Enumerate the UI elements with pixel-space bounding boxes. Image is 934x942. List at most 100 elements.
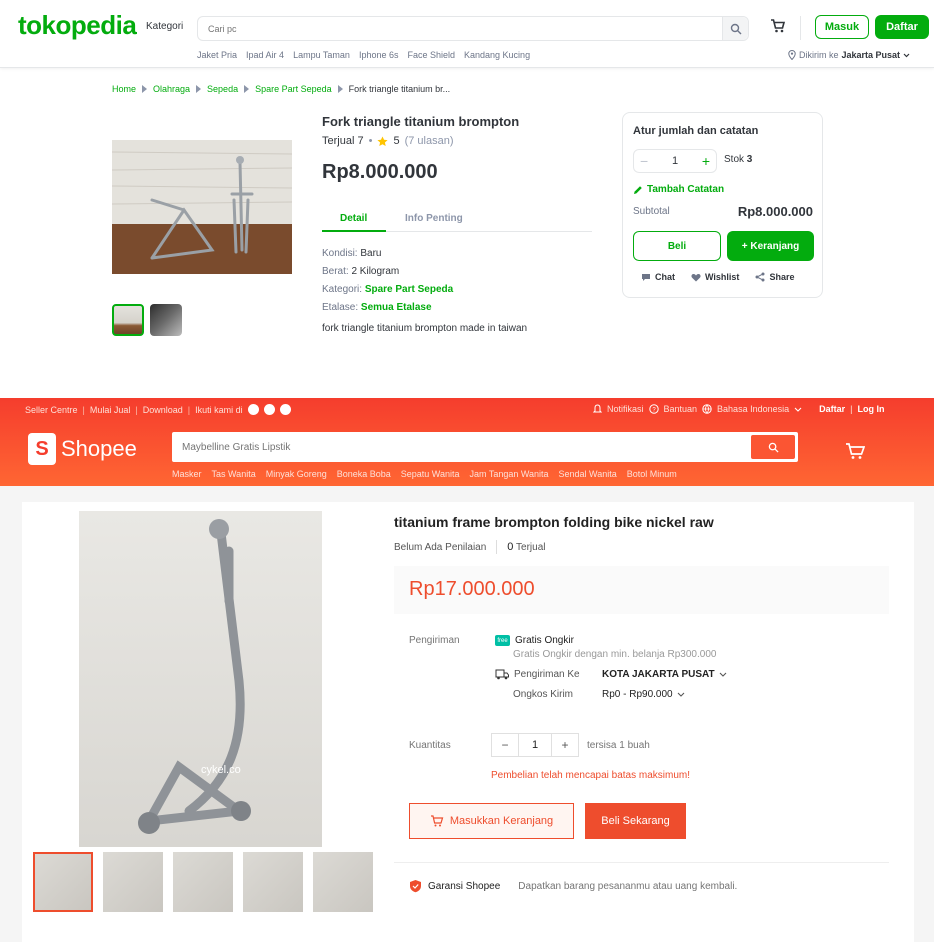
tokopedia-search-button[interactable] — [722, 17, 748, 40]
login-link[interactable]: Log In — [857, 404, 884, 414]
mulai-jual-link[interactable]: Mulai Jual — [90, 405, 131, 415]
shopee-search-button[interactable] — [751, 435, 795, 459]
breadcrumb-link[interactable]: Home — [112, 84, 136, 94]
quantity-value[interactable]: 1 — [518, 734, 552, 756]
quick-link[interactable]: Sepatu Wanita — [401, 469, 460, 479]
shopee-product-card: cykel.co titanium frame brompton folding… — [22, 502, 914, 942]
quick-link[interactable]: Masker — [172, 469, 202, 479]
quick-link[interactable]: Sendal Wanita — [559, 469, 617, 479]
cart-icon[interactable] — [845, 442, 865, 460]
spec-link[interactable]: Semua Etalase — [361, 302, 432, 313]
share-button[interactable]: Share — [755, 272, 794, 282]
notifications-link[interactable]: Notifikasi — [607, 404, 644, 414]
product-sold-rating: Terjual 7 • 5 (7 ulasan) — [322, 135, 453, 147]
buy-now-button[interactable]: Beli Sekarang — [585, 803, 686, 839]
help-link[interactable]: Bantuan — [664, 404, 698, 414]
truck-icon — [495, 669, 509, 680]
shopee-search-input[interactable] — [172, 432, 732, 462]
max-purchase-warning: Pembelian telah mencapai batas maksimum! — [491, 770, 690, 781]
login-button[interactable]: Masuk — [815, 15, 869, 39]
chevron-down-icon — [903, 53, 910, 57]
no-rating-label: Belum Ada Penilaian — [394, 541, 487, 553]
product-main-image[interactable] — [112, 140, 292, 274]
add-note-button[interactable]: Tambah Catatan — [633, 184, 724, 195]
follow-us-label: Ikuti kami di — [195, 404, 243, 415]
product-thumbnail-active[interactable] — [33, 852, 93, 912]
language-selector[interactable]: Bahasa Indonesia — [717, 404, 789, 414]
signup-link[interactable]: Daftar — [819, 404, 845, 414]
quick-link[interactable]: Botol Minum — [627, 469, 677, 479]
review-count[interactable]: (7 ulasan) — [405, 135, 454, 147]
shopee-logo-text: Shopee — [61, 436, 137, 461]
increase-button[interactable]: + — [552, 734, 578, 756]
tokopedia-logo[interactable]: tokopedia — [18, 10, 137, 41]
breadcrumb-link[interactable]: Sepeda — [207, 84, 238, 94]
product-thumbnail[interactable] — [173, 852, 233, 912]
product-thumbnail-active[interactable] — [112, 304, 144, 336]
quick-link[interactable]: Jaket Pria — [197, 50, 237, 60]
quick-link[interactable]: Kandang Kucing — [464, 50, 530, 60]
quick-link[interactable]: Face Shield — [407, 50, 455, 60]
spec-link[interactable]: Spare Part Sepeda — [365, 284, 453, 295]
shopee-logo[interactable]: S Shopee — [28, 433, 137, 465]
breadcrumb-link[interactable]: Spare Part Sepeda — [255, 84, 332, 94]
free-shipping-icon: free — [495, 635, 510, 646]
product-title: titanium frame brompton folding bike nic… — [394, 514, 714, 530]
add-to-cart-button[interactable]: Masukkan Keranjang — [409, 803, 574, 839]
tab-info-penting[interactable]: Info Penting — [405, 213, 463, 224]
decrease-button[interactable]: − — [492, 734, 518, 756]
quantity-stepper: − 1 + — [633, 149, 717, 173]
rating-sold-row: Belum Ada Penilaian 0 Terjual — [394, 540, 546, 554]
heart-icon — [691, 273, 701, 281]
quick-link[interactable]: Lampu Taman — [293, 50, 350, 60]
delivery-location[interactable]: Dikirim ke Jakarta Pusat — [788, 50, 910, 60]
kategori-menu[interactable]: Kategori — [146, 21, 183, 32]
cart-icon[interactable] — [770, 18, 786, 34]
shipping-label: Pengiriman — [409, 635, 460, 646]
quantity-value[interactable]: 1 — [672, 155, 678, 167]
decrease-button[interactable]: − — [640, 153, 648, 169]
titanium-frame-photo: cykel.co — [138, 519, 251, 834]
ship-cost-selector[interactable]: Rp0 - Rp90.000 — [602, 689, 685, 700]
tokopedia-search-bar — [197, 16, 749, 41]
ship-to-selector[interactable]: KOTA JAKARTA PUSAT — [602, 669, 727, 680]
quick-link[interactable]: Tas Wanita — [212, 469, 256, 479]
product-thumbnails — [33, 852, 373, 912]
instagram-icon[interactable] — [263, 404, 275, 415]
stock-label: Stok — [724, 154, 745, 165]
image-watermark: cykel.co — [201, 764, 241, 776]
quick-link[interactable]: Ipad Air 4 — [246, 50, 284, 60]
product-specs: Kondisi: Baru Berat: 2 Kilogram Kategori… — [322, 245, 453, 317]
facebook-icon[interactable] — [247, 404, 259, 415]
quick-link[interactable]: Boneka Boba — [337, 469, 391, 479]
product-thumbnail[interactable] — [243, 852, 303, 912]
tab-detail[interactable]: Detail — [340, 213, 367, 224]
seller-centre-link[interactable]: Seller Centre — [25, 405, 78, 415]
tokopedia-search-input[interactable] — [198, 17, 718, 40]
buy-button[interactable]: Beli — [633, 231, 721, 261]
breadcrumb-current: Fork triangle titanium br... — [348, 84, 451, 94]
increase-button[interactable]: + — [702, 153, 710, 169]
chat-button[interactable]: Chat — [641, 272, 675, 282]
product-main-image[interactable]: cykel.co — [79, 511, 322, 847]
line-icon[interactable] — [279, 404, 291, 415]
add-to-cart-button[interactable]: + Keranjang — [727, 231, 814, 261]
quick-link[interactable]: Jam Tangan Wanita — [469, 469, 548, 479]
shopee-quick-links: Masker Tas Wanita Minyak Goreng Boneka B… — [172, 469, 677, 479]
wishlist-button[interactable]: Wishlist — [691, 272, 739, 282]
stock-value: 3 — [746, 154, 753, 165]
quick-link[interactable]: Minyak Goreng — [266, 469, 327, 479]
register-button[interactable]: Daftar — [875, 15, 929, 39]
product-thumbnail[interactable] — [150, 304, 182, 336]
spec-label: Etalase: — [322, 302, 361, 313]
product-thumbnail[interactable] — [103, 852, 163, 912]
breadcrumb-separator-icon — [196, 85, 202, 93]
chevron-down-icon — [719, 672, 726, 677]
download-link[interactable]: Download — [143, 405, 183, 415]
order-box-title: Atur jumlah dan catatan — [633, 125, 759, 137]
divider — [496, 540, 498, 554]
product-description: fork triangle titanium brompton made in … — [322, 323, 528, 334]
breadcrumb-link[interactable]: Olahraga — [153, 84, 190, 94]
quick-link[interactable]: Iphone 6s — [359, 50, 399, 60]
product-thumbnail[interactable] — [313, 852, 373, 912]
